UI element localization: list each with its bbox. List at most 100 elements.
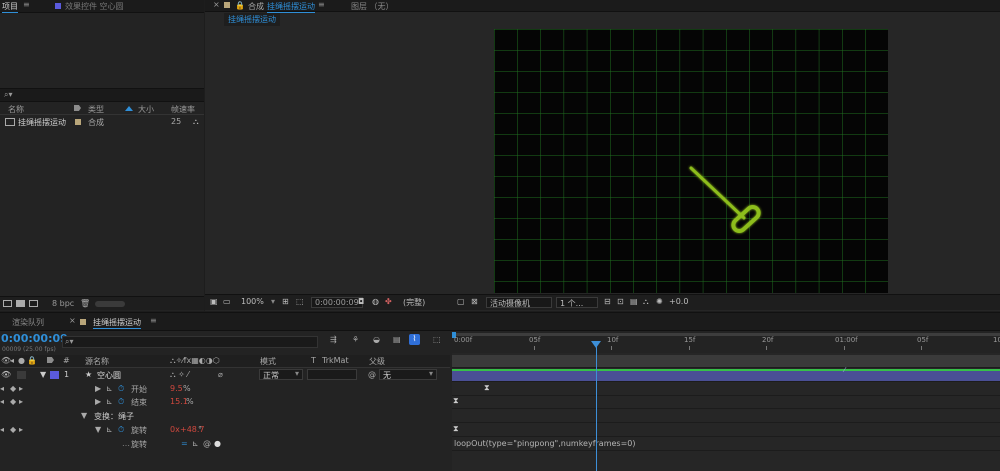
chevron-down-icon[interactable]: ▼ <box>81 411 87 420</box>
views-dropdown[interactable]: 1 个... <box>556 297 598 308</box>
snapshot-icon[interactable]: ◘ <box>358 297 364 306</box>
sort-ascending-icon[interactable] <box>125 106 133 111</box>
lock-icon[interactable]: 🔒 <box>235 1 245 10</box>
project-item-row[interactable]: 挂绳摇摆运动 合成 25 ⛬ <box>0 117 204 128</box>
next-keyframe-icon[interactable]: ▸ <box>19 397 23 406</box>
region-of-interest-icon[interactable]: ▢ <box>457 297 465 306</box>
prev-keyframe-icon[interactable]: ◂ <box>0 384 4 393</box>
layer-duration-bar[interactable]: ⁄ <box>452 366 1000 382</box>
tab-render-queue[interactable]: 渲染队列 <box>12 317 44 328</box>
keyframe-icon[interactable]: ⧗ <box>484 383 490 393</box>
graph-icon[interactable]: ⊾ <box>106 384 113 393</box>
exposure-reset-icon[interactable]: ✺ <box>656 297 663 306</box>
graph-icon[interactable]: ⊾ <box>106 397 113 406</box>
label-tag-icon[interactable] <box>47 357 54 363</box>
timeline-timecode[interactable]: 0:00:00:09 <box>1 332 68 345</box>
trkmat-dropdown[interactable] <box>307 369 357 380</box>
layer-row[interactable]: 👁 ▼ 1 ★ 空心圆 ⛬ ✧ ⁄ ⌀ 正常 ▾ @ 无 ▾ <box>0 369 450 382</box>
timeline-icon[interactable]: ▤ <box>630 297 638 306</box>
pick-whip-icon[interactable]: @ <box>368 370 376 379</box>
source-name-header[interactable]: 源名称 <box>85 356 109 367</box>
layer-switches[interactable]: ⛬ ✧ ⁄ <box>170 370 189 380</box>
timeline-tracks[interactable]: 0:00f 05f 10f 15f 20f 01:00f 05f 10 ⁄ ⧗ … <box>452 331 1000 471</box>
flowchart-icon[interactable]: ⛬ <box>643 297 649 307</box>
flowchart-icon[interactable]: ⛬ <box>193 117 199 127</box>
chevron-right-icon[interactable]: ▶ <box>95 397 101 406</box>
tab-effects-controls[interactable]: 效果控件 空心圆 <box>65 1 124 12</box>
monitor-icon[interactable]: ▭ <box>223 297 231 306</box>
fast-previews-icon[interactable]: ⊡ <box>617 297 624 306</box>
track-start[interactable]: ⧗ <box>452 383 1000 396</box>
expression-pickwhip-icon[interactable]: @ <box>203 439 211 448</box>
graph-icon[interactable]: ⊾ <box>106 425 113 434</box>
safe-margins-icon[interactable]: ⊞ <box>282 297 289 306</box>
comp-flow-tab[interactable]: 挂绳摇摆运动 <box>224 13 280 26</box>
property-row-rotation[interactable]: ◂ ◆ ▸ ▼ ⊾ ⏱ 旋转 0x +48.7 ° <box>0 424 450 437</box>
lock-switch-icon[interactable]: 🔒 <box>27 356 37 365</box>
prev-keyframe-icon[interactable]: ◂ <box>0 425 4 434</box>
magnification-dropdown[interactable]: 100% <box>238 297 267 308</box>
search-icon[interactable]: ⌕▾ <box>65 337 74 347</box>
column-name[interactable]: 名称 <box>8 104 24 115</box>
property-value[interactable]: 9.5 <box>170 384 183 393</box>
close-tab-icon[interactable]: × <box>213 0 220 9</box>
resize-icon[interactable]: ⬚ <box>296 297 304 306</box>
panel-menu-icon[interactable]: ≡ <box>150 316 157 325</box>
next-keyframe-icon[interactable]: ▸ <box>19 384 23 393</box>
quality-switch-icon[interactable]: ⌀ <box>218 370 223 379</box>
property-row-start[interactable]: ◂ ◆ ▸ ▶ ⊾ ⏱ 开始 9.5 % <box>0 383 450 396</box>
exposure-value[interactable]: +0.0 <box>669 297 688 306</box>
layer-keyframe-marker[interactable]: ⁄ <box>844 366 845 374</box>
audio-switch-icon[interactable]: ◂ <box>10 356 14 365</box>
chevron-down-icon[interactable]: ▼ <box>95 425 101 434</box>
label-color-swatch[interactable] <box>75 119 81 125</box>
track-end[interactable]: ⧗ <box>452 396 1000 409</box>
resolution-dropdown[interactable]: (完整) <box>400 297 455 308</box>
layer-search-input[interactable]: ⌕▾ <box>62 336 318 348</box>
expression-row[interactable]: … 旋转 = ⊾ @ ● <box>0 438 450 451</box>
draft-3d-icon[interactable]: ⚘ <box>352 335 359 344</box>
channel-color-icon[interactable]: ✤ <box>385 297 392 306</box>
solo-toggle[interactable] <box>17 371 26 379</box>
comp-mini-flowchart-icon[interactable]: ⇶ <box>330 335 337 344</box>
interpret-footage-icon[interactable] <box>3 300 12 307</box>
panel-menu-icon[interactable]: ≡ <box>318 0 325 9</box>
graph-editor-toggle-icon[interactable]: ⌇ <box>409 334 420 345</box>
new-composition-icon[interactable] <box>29 300 38 307</box>
expression-editor[interactable]: loopOut(type="pingpong",numkeyframes=0) <box>452 438 1000 451</box>
camera-dropdown[interactable]: 活动摄像机 <box>486 297 552 308</box>
label-tag-icon[interactable] <box>74 105 81 111</box>
transparency-grid-icon[interactable]: ⊠ <box>471 297 478 306</box>
add-keyframe-icon[interactable]: ◆ <box>10 397 16 406</box>
chevron-down-icon[interactable]: ▾ <box>295 369 299 378</box>
column-type[interactable]: 类型 <box>88 104 104 115</box>
project-search-bar[interactable]: ⌕▾ <box>0 88 204 102</box>
stopwatch-icon[interactable]: ⏱ <box>118 384 124 394</box>
time-ruler[interactable]: 0:00f 05f 10f 15f 20f 01:00f 05f 10 <box>452 331 1000 353</box>
chevron-down-icon[interactable]: ▾ <box>271 297 275 306</box>
expression-code[interactable]: loopOut(type="pingpong",numkeyframes=0) <box>454 439 636 448</box>
keyframe-icon[interactable]: ⧗ <box>453 424 459 434</box>
tab-timeline-comp[interactable]: 挂绳摇摆运动 <box>93 317 141 329</box>
column-frame-rate[interactable]: 帧速率 <box>171 104 195 115</box>
stopwatch-icon[interactable]: ⏱ <box>118 397 124 407</box>
track-rotation[interactable]: ⧗ <box>452 424 1000 437</box>
next-keyframe-icon[interactable]: ▸ <box>19 425 23 434</box>
stopwatch-icon[interactable]: ⏱ <box>118 425 124 435</box>
graph-editor-icon[interactable]: ⬚ <box>433 335 441 344</box>
shy-layers-icon[interactable]: ◒ <box>373 335 380 344</box>
rotation-revolutions[interactable]: 0x <box>170 425 180 434</box>
property-row-end[interactable]: ◂ ◆ ▸ ▶ ⊾ ⏱ 结束 15.1 % <box>0 396 450 409</box>
chevron-right-icon[interactable]: ▶ <box>95 384 101 393</box>
chevron-down-icon[interactable]: ▼ <box>40 370 46 379</box>
composition-canvas[interactable] <box>494 29 888 293</box>
always-preview-icon[interactable]: ▣ <box>210 297 218 306</box>
tab-project[interactable]: 项目 <box>2 1 18 13</box>
expression-enable-icon[interactable]: = <box>181 439 188 448</box>
tab-layer[interactable]: 图层 （无） <box>351 1 394 12</box>
playhead-handle[interactable] <box>591 341 601 348</box>
add-keyframe-icon[interactable]: ◆ <box>10 425 16 434</box>
keyframe-icon[interactable]: ⧗ <box>453 396 459 406</box>
delete-icon[interactable]: 🗑 <box>80 299 90 308</box>
tab-composition[interactable]: 挂绳摇摆运动 <box>267 1 315 13</box>
